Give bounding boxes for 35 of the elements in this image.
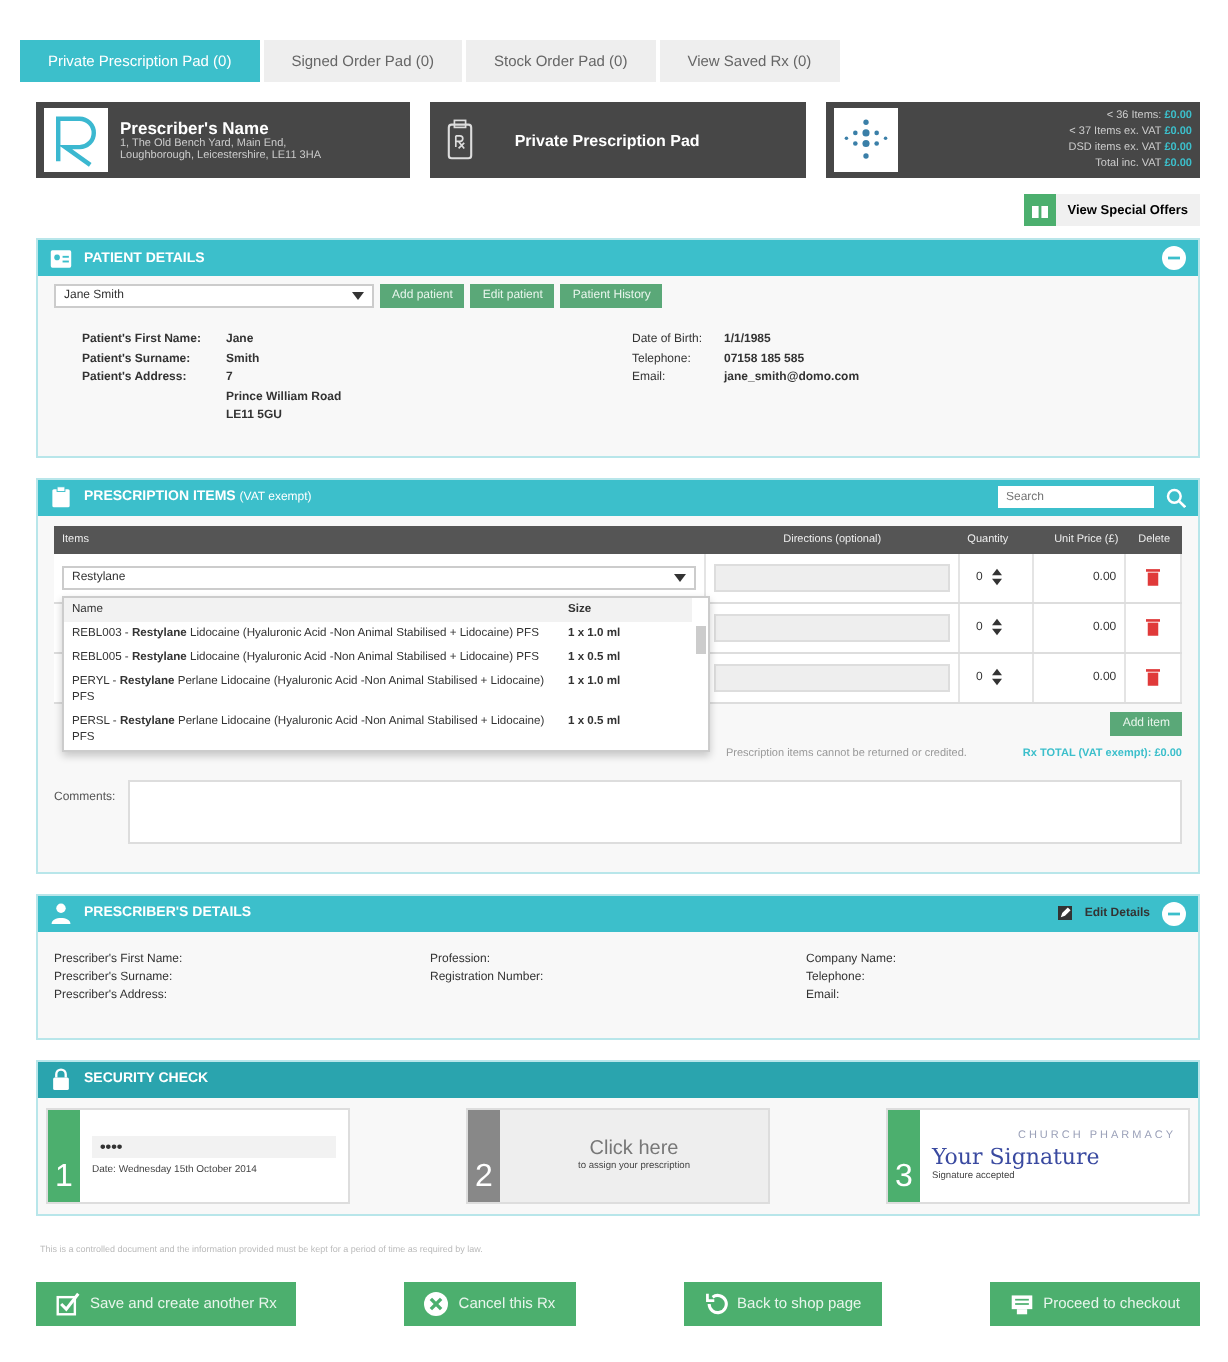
spinner-icon[interactable] bbox=[991, 568, 1002, 586]
directions-field[interactable] bbox=[713, 663, 950, 691]
dots-logo-icon bbox=[833, 108, 898, 172]
spinner-icon[interactable] bbox=[991, 668, 1002, 686]
comments-field[interactable] bbox=[127, 779, 1182, 843]
lock-icon bbox=[50, 1068, 72, 1090]
id-card-icon bbox=[50, 247, 72, 269]
close-icon bbox=[424, 1291, 449, 1315]
logo-icon bbox=[44, 108, 108, 172]
scrollbar[interactable] bbox=[696, 625, 706, 653]
caret-icon bbox=[352, 292, 364, 300]
user-icon bbox=[50, 902, 72, 924]
prescriber-name: Prescriber's Name bbox=[120, 118, 271, 138]
password-field[interactable]: •••• bbox=[92, 1135, 336, 1157]
step-number: 1 bbox=[48, 1109, 80, 1201]
checkbox-icon bbox=[56, 1291, 80, 1315]
directions-field[interactable] bbox=[713, 613, 950, 641]
pad-title: Private Prescription Pad bbox=[514, 131, 700, 149]
search-icon[interactable] bbox=[1166, 487, 1186, 507]
receipt-icon bbox=[1009, 1291, 1034, 1315]
clipboard-icon bbox=[50, 486, 72, 508]
collapse-icon[interactable] bbox=[1162, 246, 1186, 270]
click-here-text: Click here bbox=[589, 1138, 679, 1160]
directions-field[interactable] bbox=[713, 563, 950, 591]
collapse-icon[interactable] bbox=[1162, 901, 1186, 925]
step-number: 3 bbox=[888, 1109, 920, 1201]
step-number: 2 bbox=[468, 1109, 500, 1201]
undo-icon bbox=[703, 1291, 728, 1315]
edit-icon bbox=[1058, 906, 1073, 920]
spinner-icon[interactable] bbox=[991, 618, 1002, 636]
trash-icon[interactable] bbox=[1146, 568, 1161, 586]
signature-text: Your Signature bbox=[932, 1143, 1100, 1169]
trash-icon[interactable] bbox=[1146, 668, 1161, 686]
trash-icon[interactable] bbox=[1146, 618, 1161, 636]
caret-icon bbox=[673, 573, 686, 581]
